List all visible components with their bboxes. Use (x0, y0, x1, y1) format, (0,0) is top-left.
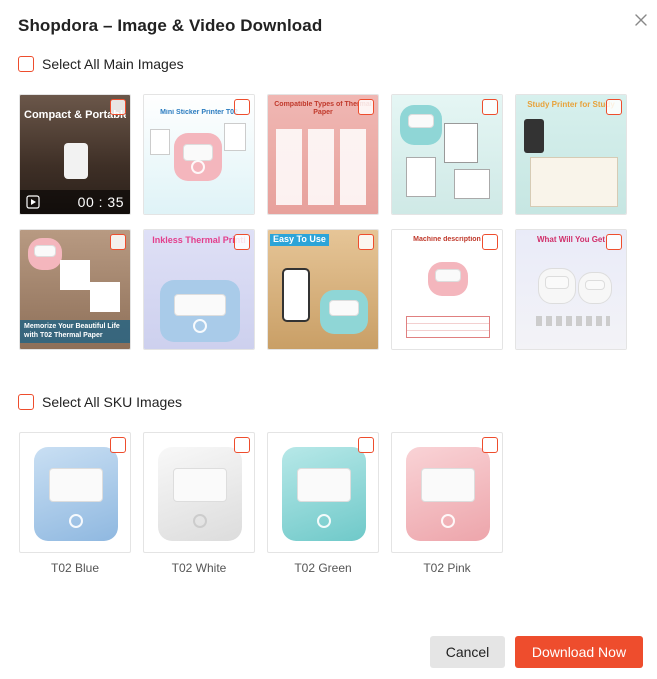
select-all-sku-label: Select All SKU Images (42, 394, 183, 410)
main-image-item[interactable]: Easy To Use (267, 229, 379, 350)
select-checkbox[interactable] (482, 437, 498, 453)
cancel-button[interactable]: Cancel (430, 636, 505, 668)
select-checkbox[interactable] (234, 437, 250, 453)
dialog-title: Shopdora – Image & Video Download (18, 16, 323, 35)
main-image-item[interactable]: Study Printer for Study (515, 94, 627, 215)
select-all-main-label: Select All Main Images (42, 56, 184, 72)
select-checkbox[interactable] (606, 99, 622, 115)
main-image-item[interactable]: Inkless Thermal Printi (143, 229, 255, 350)
sku-thumbnail[interactable] (19, 432, 131, 553)
video-duration: 00 : 35 (77, 194, 124, 210)
sku-item-white[interactable]: T02 White (143, 432, 255, 575)
main-image-item[interactable]: What Will You Get (515, 229, 627, 350)
select-checkbox[interactable] (358, 437, 374, 453)
select-checkbox[interactable] (358, 99, 374, 115)
close-icon[interactable] (633, 12, 649, 28)
sku-thumbnail[interactable] (391, 432, 503, 553)
main-image-item[interactable]: Memorize Your Beautiful Life with T02 Th… (19, 229, 131, 350)
select-checkbox[interactable] (110, 437, 126, 453)
select-checkbox[interactable] (110, 99, 126, 115)
select-checkbox[interactable] (358, 234, 374, 250)
main-images-grid: Compact & Portable size 00 : 35 Mini Sti… (19, 94, 627, 350)
dialog-footer: Cancel Download Now (430, 636, 643, 668)
select-checkbox[interactable] (606, 234, 622, 250)
video-play-icon (26, 195, 40, 209)
main-image-item[interactable]: Mini Sticker Printer T02 (143, 94, 255, 215)
checkbox-icon[interactable] (18, 394, 34, 410)
sku-item-green[interactable]: T02 Green (267, 432, 379, 575)
sku-item-blue[interactable]: T02 Blue (19, 432, 131, 575)
image-caption: Memorize Your Beautiful Life with T02 Th… (20, 320, 130, 343)
image-caption: Easy To Use (270, 234, 329, 246)
main-image-item[interactable]: Compact & Portable size 00 : 35 (19, 94, 131, 215)
checkbox-icon[interactable] (18, 56, 34, 72)
select-checkbox[interactable] (482, 99, 498, 115)
sku-label: T02 Green (294, 561, 352, 575)
sku-images-grid: T02 Blue T02 White T02 Green T02 Pink (19, 432, 503, 575)
sku-label: T02 Pink (423, 561, 471, 575)
select-checkbox[interactable] (234, 234, 250, 250)
download-now-button[interactable]: Download Now (515, 636, 643, 668)
sku-label: T02 White (171, 561, 227, 575)
main-image-item[interactable] (391, 94, 503, 215)
select-checkbox[interactable] (482, 234, 498, 250)
main-image-item[interactable]: Machine description (391, 229, 503, 350)
select-all-sku-checkbox[interactable]: Select All SKU Images (18, 394, 182, 410)
select-checkbox[interactable] (110, 234, 126, 250)
sku-label: T02 Blue (50, 561, 100, 575)
select-checkbox[interactable] (234, 99, 250, 115)
sku-item-pink[interactable]: T02 Pink (391, 432, 503, 575)
sku-thumbnail[interactable] (267, 432, 379, 553)
sku-thumbnail[interactable] (143, 432, 255, 553)
main-image-item[interactable]: Compatible Types of Thermal Paper (267, 94, 379, 215)
video-bar: 00 : 35 (20, 190, 130, 214)
select-all-main-checkbox[interactable]: Select All Main Images (18, 56, 184, 72)
